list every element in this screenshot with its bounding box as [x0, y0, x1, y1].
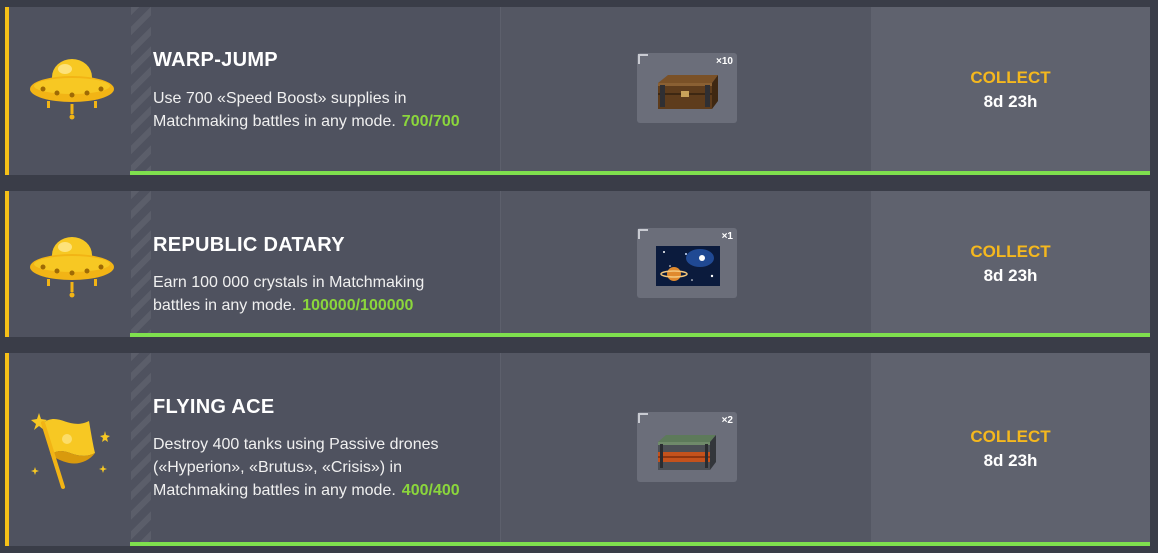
time-left: 8d 23h	[983, 92, 1038, 111]
ufo-icon	[30, 237, 114, 298]
progress-bar	[130, 542, 1150, 546]
reward-item[interactable]: ×10	[637, 53, 737, 123]
description-text: Use 700 «Speed Boost» supplies in Matchm…	[153, 90, 407, 130]
mission-icon-cell	[9, 7, 131, 175]
collect-button[interactable]: COLLECT	[871, 242, 1150, 262]
metal-container-icon	[658, 435, 716, 470]
ufo-icon	[30, 59, 114, 120]
mission-card: WARP-JUMP Use 700 «Speed Boost» supplies…	[5, 7, 1150, 175]
reward-area: ×10	[500, 7, 871, 175]
reward-area: ×1	[500, 191, 871, 337]
mission-icon-cell	[9, 353, 131, 546]
mission-card: FLYING ACE Destroy 400 tanks using Passi…	[5, 353, 1150, 546]
mission-description: Earn 100 000 crystals in Matchmaking bat…	[153, 271, 473, 317]
progress-bar	[130, 171, 1150, 175]
description-text: Destroy 400 tanks using Passive drones (…	[153, 436, 439, 499]
wooden-crate-icon	[658, 75, 718, 109]
mission-title: WARP-JUMP	[153, 49, 278, 71]
reward-quantity: ×2	[721, 415, 733, 426]
reward-item[interactable]: ×2	[637, 412, 737, 482]
reward-area: ×2	[500, 353, 871, 546]
mission-description: Destroy 400 tanks using Passive drones (…	[153, 433, 473, 502]
mission-progress: 400/400	[401, 482, 460, 499]
mission-description: Use 700 «Speed Boost» supplies in Matchm…	[153, 87, 473, 133]
mission-progress: 100000/100000	[302, 297, 414, 314]
action-area: COLLECT 8d 23h	[871, 7, 1150, 175]
flag-icon	[31, 413, 110, 489]
mission-title: REPUBLIC DATARY	[153, 234, 345, 256]
time-left: 8d 23h	[983, 266, 1038, 285]
decorative-stripes	[131, 7, 151, 175]
time-left: 8d 23h	[983, 451, 1038, 470]
mission-list: WARP-JUMP Use 700 «Speed Boost» supplies…	[0, 0, 1158, 553]
reward-quantity: ×10	[716, 56, 733, 67]
reward-corner-mark	[638, 54, 648, 64]
mission-icon-cell	[9, 191, 131, 337]
reward-quantity: ×1	[721, 231, 733, 242]
action-area: COLLECT 8d 23h	[871, 353, 1150, 546]
mission-progress: 700/700	[401, 113, 460, 130]
decorative-stripes	[131, 353, 151, 546]
decorative-stripes	[131, 191, 151, 337]
collect-button[interactable]: COLLECT	[871, 68, 1150, 88]
collect-button[interactable]: COLLECT	[871, 427, 1150, 447]
action-area: COLLECT 8d 23h	[871, 191, 1150, 337]
progress-bar	[130, 333, 1150, 337]
mission-card: REPUBLIC DATARY Earn 100 000 crystals in…	[5, 191, 1150, 337]
reward-item[interactable]: ×1	[637, 228, 737, 298]
reward-corner-mark	[638, 229, 648, 239]
reward-corner-mark	[638, 413, 648, 423]
space-paint-icon	[656, 246, 720, 286]
mission-title: FLYING ACE	[153, 396, 275, 418]
